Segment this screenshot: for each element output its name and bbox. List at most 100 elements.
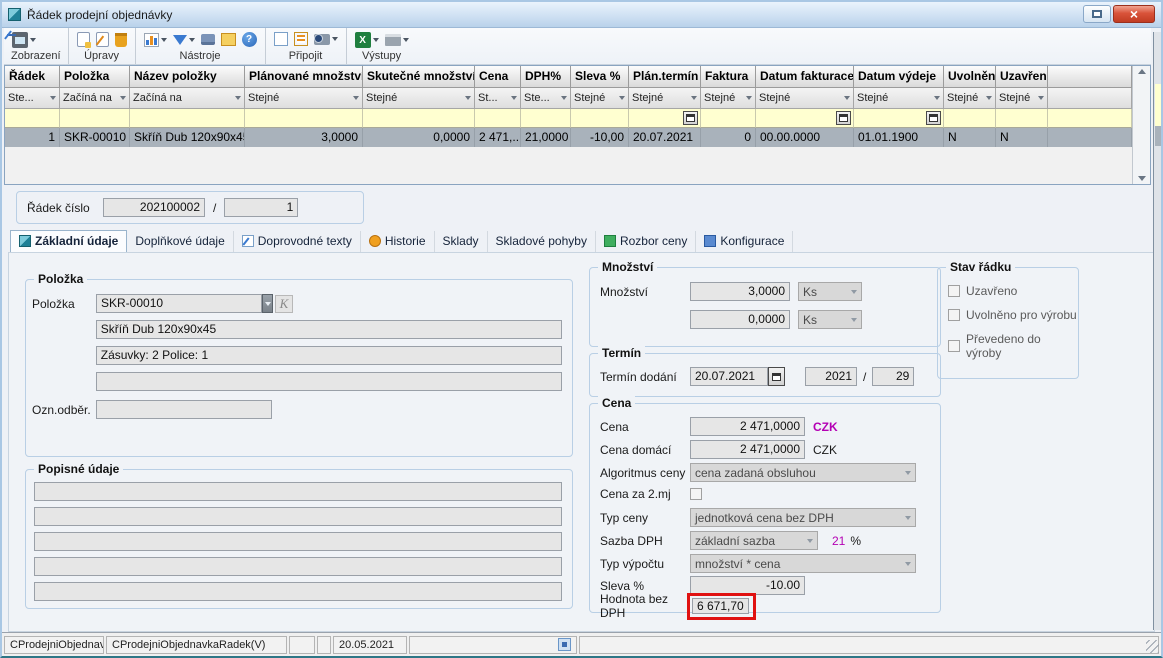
quantity2-field[interactable]: 0,0000 bbox=[690, 310, 790, 329]
calc-type-select[interactable]: množství * cena bbox=[690, 554, 916, 573]
cell-skut-mnozstvi[interactable]: 0,0000 bbox=[363, 128, 475, 147]
filter-input[interactable] bbox=[854, 109, 944, 128]
cell-uzavren[interactable]: N bbox=[996, 128, 1048, 147]
cell-nazev[interactable]: Skříň Dub 120x90x45 bbox=[130, 128, 245, 147]
filter-operator[interactable]: St... bbox=[475, 88, 521, 109]
column-header[interactable]: Název položky bbox=[130, 66, 245, 88]
delivery-date-field[interactable]: 20.07.2021 bbox=[690, 367, 768, 386]
new-button[interactable] bbox=[76, 31, 91, 48]
cell-cena[interactable]: 2 471,... bbox=[475, 128, 521, 147]
filter-operator[interactable]: Ste... bbox=[521, 88, 571, 109]
tab-doprovodne-texty[interactable]: Doprovodné texty bbox=[234, 231, 361, 252]
descriptive-field-2[interactable] bbox=[34, 507, 562, 526]
attach-note-button[interactable] bbox=[273, 31, 289, 47]
price-per-2mj-checkbox[interactable] bbox=[690, 488, 702, 500]
filter-button[interactable] bbox=[172, 34, 196, 46]
released-checkbox[interactable] bbox=[948, 309, 960, 321]
resize-grip[interactable] bbox=[1146, 640, 1159, 653]
calendar-button[interactable] bbox=[926, 111, 941, 125]
column-header[interactable]: Datum fakturace bbox=[756, 66, 854, 88]
item-description2-field[interactable] bbox=[96, 372, 562, 391]
item-lookup-button[interactable]: K bbox=[275, 295, 293, 313]
tab-skladove-pohyby[interactable]: Skladové pohyby bbox=[488, 231, 596, 252]
price-algorithm-select[interactable]: cena zadaná obsluhou bbox=[690, 463, 916, 482]
filter-operator[interactable]: Stejné bbox=[756, 88, 854, 109]
line-number-field[interactable]: 1 bbox=[224, 198, 298, 217]
filter-input[interactable] bbox=[5, 109, 60, 128]
ozn-odber-field[interactable] bbox=[96, 400, 272, 419]
edit-button[interactable] bbox=[95, 31, 110, 48]
filter-input[interactable] bbox=[475, 109, 521, 128]
cell-plan-mnozstvi[interactable]: 3,0000 bbox=[245, 128, 363, 147]
print-button[interactable] bbox=[384, 33, 410, 47]
filter-operator[interactable]: Ste... bbox=[5, 88, 60, 109]
filter-input[interactable] bbox=[996, 109, 1048, 128]
vat-rate-select[interactable]: základní sazba bbox=[690, 531, 818, 550]
filter-operator[interactable]: Stejné bbox=[854, 88, 944, 109]
column-header[interactable]: Datum výdeje bbox=[854, 66, 944, 88]
filter-input[interactable] bbox=[130, 109, 245, 128]
transferred-checkbox[interactable] bbox=[948, 340, 960, 352]
price-type-select[interactable]: jednotková cena bez DPH bbox=[690, 508, 916, 527]
filter-input[interactable] bbox=[756, 109, 854, 128]
delete-button[interactable] bbox=[114, 32, 128, 48]
descriptive-field-3[interactable] bbox=[34, 532, 562, 551]
filter-operator[interactable]: Stejné bbox=[701, 88, 756, 109]
excel-export-button[interactable]: X bbox=[354, 31, 380, 49]
calendar-button[interactable] bbox=[683, 111, 698, 125]
home-price-field[interactable]: 2 471,0000 bbox=[690, 440, 805, 459]
filter-operator[interactable]: Stejné bbox=[571, 88, 629, 109]
filter-input[interactable] bbox=[521, 109, 571, 128]
filter-operator[interactable]: Začíná na bbox=[60, 88, 130, 109]
filter-operator[interactable]: Stejné bbox=[363, 88, 475, 109]
item-description-field[interactable]: Zásuvky: 2 Police: 1 bbox=[96, 346, 562, 365]
column-header[interactable]: Řádek bbox=[5, 66, 60, 88]
restore-button[interactable] bbox=[1083, 5, 1111, 23]
scroll-down-icon[interactable] bbox=[1138, 176, 1146, 181]
column-header[interactable]: Faktura bbox=[701, 66, 756, 88]
item-name-field[interactable]: Skříň Dub 120x90x45 bbox=[96, 320, 562, 339]
filter-operator[interactable]: Stejné bbox=[629, 88, 701, 109]
cell-datum-vydeje[interactable]: 01.01.1900 bbox=[854, 128, 944, 147]
cell-plan-termin[interactable]: 20.07.2021 bbox=[629, 128, 701, 147]
filter-input[interactable] bbox=[60, 109, 130, 128]
help-button[interactable]: ? bbox=[241, 31, 258, 48]
filter-operator[interactable]: Začíná na bbox=[130, 88, 245, 109]
close-button[interactable]: × bbox=[1113, 5, 1155, 23]
unit2-select[interactable]: Ks bbox=[798, 310, 862, 329]
filter-operator[interactable]: Stejné bbox=[245, 88, 363, 109]
tab-historie[interactable]: Historie bbox=[361, 231, 435, 252]
unit-select[interactable]: Ks bbox=[798, 282, 862, 301]
filter-operator[interactable]: Stejné bbox=[996, 88, 1048, 109]
calendar-button[interactable] bbox=[768, 367, 785, 386]
attach-list-button[interactable] bbox=[293, 31, 309, 47]
tab-doplnkove-udaje[interactable]: Doplňkové údaje bbox=[127, 231, 233, 252]
column-header[interactable]: Položka bbox=[60, 66, 130, 88]
item-code-field[interactable]: SKR-00010 bbox=[96, 294, 262, 313]
filter-input[interactable] bbox=[363, 109, 475, 128]
week-field[interactable]: 29 bbox=[872, 367, 914, 386]
attach-photo-button[interactable] bbox=[313, 33, 339, 46]
calendar-button[interactable] bbox=[836, 111, 851, 125]
column-header[interactable]: Uvolněn bbox=[944, 66, 996, 88]
column-header[interactable]: Skutečné množství bbox=[363, 66, 475, 88]
column-header[interactable]: DPH% bbox=[521, 66, 571, 88]
descriptive-field-5[interactable] bbox=[34, 582, 562, 601]
closed-checkbox[interactable] bbox=[948, 285, 960, 297]
price-field[interactable]: 2 471,0000 bbox=[690, 417, 805, 436]
descriptive-field-4[interactable] bbox=[34, 557, 562, 576]
tab-sklady[interactable]: Sklady bbox=[435, 231, 488, 252]
descriptive-field-1[interactable] bbox=[34, 482, 562, 501]
filter-operator[interactable]: Stejné bbox=[944, 88, 996, 109]
column-header[interactable]: Uzavřen bbox=[996, 66, 1048, 88]
tab-zakladni-udaje[interactable]: Základní údaje bbox=[10, 230, 127, 252]
table-row-selected[interactable]: 1 SKR-00010 Skříň Dub 120x90x45 3,0000 0… bbox=[5, 128, 1132, 147]
column-header[interactable]: Sleva % bbox=[571, 66, 629, 88]
year-field[interactable]: 2021 bbox=[805, 367, 857, 386]
filter-input[interactable] bbox=[629, 109, 701, 128]
cell-uvolnen[interactable]: N bbox=[944, 128, 996, 147]
column-header[interactable]: Cena bbox=[475, 66, 521, 88]
analysis-button[interactable] bbox=[220, 32, 237, 47]
column-header[interactable]: Plánované množství bbox=[245, 66, 363, 88]
cell-sleva[interactable]: -10,00 bbox=[571, 128, 629, 147]
